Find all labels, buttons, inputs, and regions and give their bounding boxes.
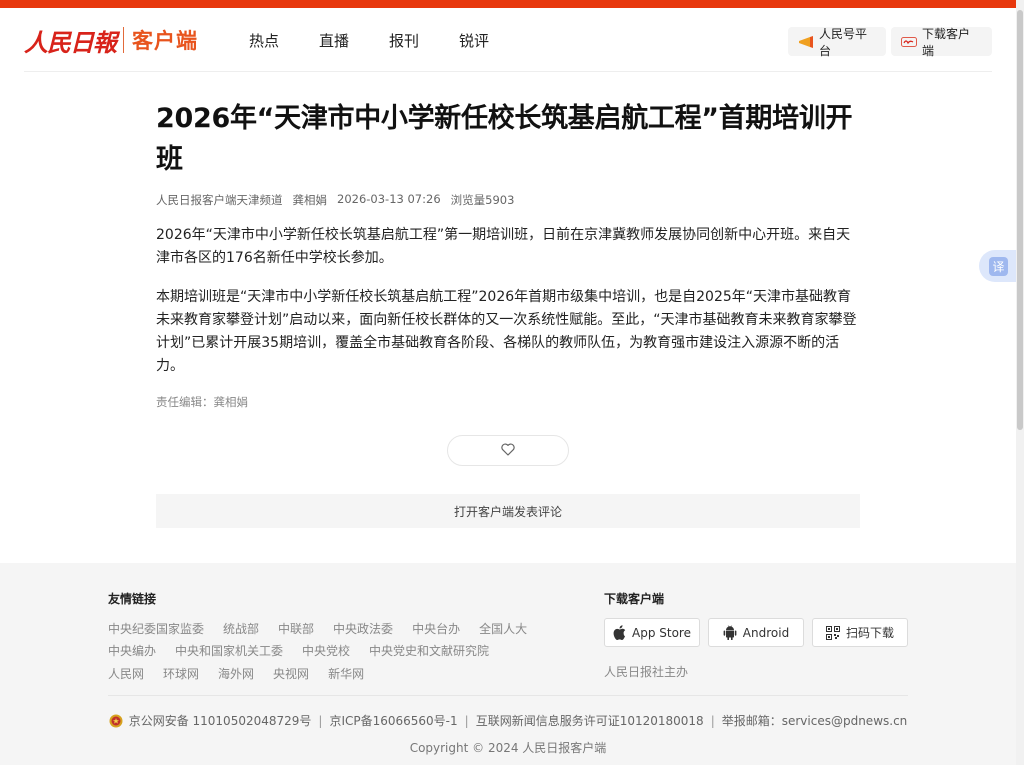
android-button[interactable]: Android xyxy=(708,618,804,647)
site-header: 人民日報 客户端 热点 直播 报刊 锐评 人民号平台 下载客户端 xyxy=(24,8,992,72)
friend-link[interactable]: 央视网 xyxy=(273,665,309,682)
article-paragraph: 2026年“天津市中小学新任校长筑基启航工程”第一期培训班，日前在京津冀教师发展… xyxy=(156,227,851,266)
page-scrollbar[interactable] xyxy=(1016,0,1024,765)
site-logo[interactable]: 人民日報 客户端 xyxy=(24,23,198,57)
friend-link[interactable]: 海外网 xyxy=(218,665,254,682)
android-label: Android xyxy=(742,625,790,640)
article-editor: 责任编辑：龚相娟 xyxy=(156,395,248,409)
friend-links-row: 中央编办 中央和国家机关工委 中央党校 中央党史和文献研究院 xyxy=(108,640,548,663)
qr-code-icon xyxy=(825,625,840,640)
renminhao-platform-button[interactable]: 人民号平台 xyxy=(788,26,886,58)
friend-link[interactable]: 环球网 xyxy=(163,665,199,682)
friend-link[interactable]: 中联部 xyxy=(278,620,314,637)
download-section-title: 下载客户端 xyxy=(604,592,665,606)
nav-item-live[interactable]: 直播 xyxy=(319,30,349,51)
scan-qr-download-button[interactable]: 扫码下载 xyxy=(812,618,908,647)
police-badge-icon xyxy=(109,714,123,728)
legal-separator: | xyxy=(710,713,715,728)
logo-app-name: 客户端 xyxy=(132,29,198,53)
translate-icon: 译 xyxy=(989,256,1008,276)
megaphone-icon xyxy=(798,35,814,48)
police-record-link[interactable]: 京公网安备 11010502048729号 xyxy=(129,712,312,729)
article: 2026年“天津市中小学新任校长筑基启航工程”首期培训开班 人民日报客户端天津频… xyxy=(156,98,860,410)
friend-link[interactable]: 统战部 xyxy=(223,620,259,637)
app-logo-icon xyxy=(901,36,917,47)
nav-item-commentary[interactable]: 锐评 xyxy=(459,30,489,51)
article-datetime: 2026-03-13 07:26 xyxy=(337,192,441,206)
open-app-comment-button[interactable]: 打开客户端发表评论 xyxy=(156,494,860,528)
copyright: Copyright © 2024 人民日报客户端 xyxy=(409,741,607,755)
top-accent-bar xyxy=(0,0,1016,8)
friend-link[interactable]: 中央政法委 xyxy=(333,620,393,637)
like-button[interactable] xyxy=(447,435,569,466)
article-author: 龚相娟 xyxy=(292,193,328,207)
article-source[interactable]: 人民日报客户端天津频道 xyxy=(156,192,283,208)
apple-icon xyxy=(613,625,626,640)
friend-link[interactable]: 中央台办 xyxy=(412,620,460,637)
footer-divider xyxy=(108,695,908,696)
android-icon xyxy=(723,625,737,640)
legal-separator: | xyxy=(464,713,469,728)
friend-links: 中央纪委国家监委 统战部 中联部 中央政法委 中央台办 全国人大 中央编办 中央… xyxy=(108,617,548,685)
app-store-button[interactable]: App Store xyxy=(604,618,700,647)
download-app-button[interactable]: 下载客户端 xyxy=(891,26,992,58)
sponsor-text: 人民日报社主办 xyxy=(604,665,689,679)
download-app-label: 下载客户端 xyxy=(922,26,971,58)
nav-item-newspaper[interactable]: 报刊 xyxy=(389,30,419,51)
main-nav: 热点 直播 报刊 锐评 xyxy=(249,30,529,51)
article-title: 2026年“天津市中小学新任校长筑基启航工程”首期培训开班 xyxy=(156,103,853,175)
download-buttons: App Store Android 扫码下载 xyxy=(604,618,916,647)
heart-icon xyxy=(501,441,515,460)
legal-separator: | xyxy=(318,713,323,728)
logo-mark: 人民日報 xyxy=(24,27,117,57)
icp-record-link[interactable]: 京ICP备16066560号-1 xyxy=(329,712,457,729)
nav-item-hot[interactable]: 热点 xyxy=(249,30,279,51)
friend-link[interactable]: 中央和国家机关工委 xyxy=(175,642,283,659)
friend-link[interactable]: 新华网 xyxy=(328,665,364,682)
friend-link[interactable]: 人民网 xyxy=(108,665,144,682)
footer-legal: 京公网安备 11010502048729号 | 京ICP备16066560号-1… xyxy=(0,712,1016,729)
friend-links-row: 中央纪委国家监委 统战部 中联部 中央政法委 中央台办 全国人大 xyxy=(108,617,548,640)
friend-link[interactable]: 中央纪委国家监委 xyxy=(108,620,204,637)
scrollbar-thumb[interactable] xyxy=(1017,10,1023,430)
friend-link[interactable]: 中央党校 xyxy=(302,642,350,659)
article-paragraph: 本期培训班是“天津市中小学新任校长筑基启航工程”2026年首期市级集中培训，也是… xyxy=(156,289,857,374)
friend-links-title: 友情链接 xyxy=(108,592,157,606)
app-store-label: App Store xyxy=(632,625,691,640)
article-meta: 人民日报客户端天津频道 龚相娟 2026-03-13 07:26 浏览量5903 xyxy=(156,192,860,208)
friend-link[interactable]: 中央编办 xyxy=(108,642,156,659)
translate-button[interactable]: 译 xyxy=(979,250,1016,282)
logo-divider xyxy=(123,27,124,53)
renminhao-platform-label: 人民号平台 xyxy=(819,26,868,58)
site-footer: 友情链接 中央纪委国家监委 统战部 中联部 中央政法委 中央台办 全国人大 中央… xyxy=(0,563,1016,765)
news-license-text: 互联网新闻信息服务许可证10120180018 xyxy=(475,714,704,728)
article-views: 浏览量5903 xyxy=(450,193,515,207)
report-email[interactable]: 举报邮箱：services@pdnews.cn xyxy=(722,712,908,729)
friend-link[interactable]: 全国人大 xyxy=(479,620,527,637)
friend-link[interactable]: 中央党史和文献研究院 xyxy=(369,642,489,659)
scan-qr-download-label: 扫码下载 xyxy=(845,626,894,640)
friend-links-row: 人民网 环球网 海外网 央视网 新华网 xyxy=(108,662,548,685)
